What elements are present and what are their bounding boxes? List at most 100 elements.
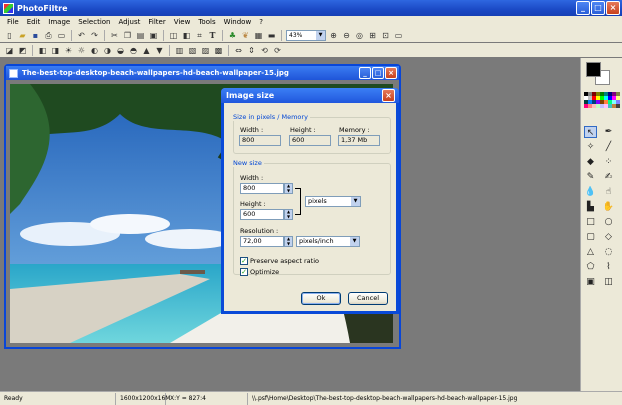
width-spinner[interactable]: ▲ ▼ [284, 183, 293, 194]
menu-window[interactable]: Window [220, 18, 256, 26]
close-button[interactable]: × [606, 1, 620, 15]
crop-icon[interactable]: ⌗ [194, 30, 205, 41]
sepia-icon[interactable]: ▧ [187, 45, 198, 56]
unit-select[interactable]: pixels ▼ [305, 196, 361, 207]
dialog-title-bar[interactable]: Image size [221, 88, 399, 103]
film-icon[interactable]: ▦ [253, 30, 264, 41]
paste-icon[interactable]: ▤ [135, 30, 146, 41]
rounded-rect-selection-icon[interactable]: ▢ [584, 231, 597, 243]
resolution-unit-select[interactable]: pixels/inch ▼ [296, 236, 360, 247]
dialog-close-button[interactable]: × [382, 89, 395, 102]
adjust-levels-icon[interactable]: ◩ [17, 45, 28, 56]
doc-minimize-button[interactable]: _ [359, 67, 371, 79]
magic-lasso-icon[interactable]: ⌇ [602, 261, 615, 273]
contrast-down-icon[interactable]: ◑ [102, 45, 113, 56]
menu-filter[interactable]: Filter [144, 18, 169, 26]
canvas-size-icon[interactable]: ◧ [181, 30, 192, 41]
auto-contrast-icon[interactable]: ◨ [50, 45, 61, 56]
triangle-selection-icon[interactable]: △ [584, 246, 597, 258]
stamp-tool-icon[interactable]: ▙ [584, 201, 597, 213]
flip-horizontal-icon[interactable]: ⇔ [233, 45, 244, 56]
document-title-bar[interactable]: The-best-top-desktop-beach-wallpapers-hd… [6, 66, 399, 80]
gamma-down-icon[interactable]: ▼ [154, 45, 165, 56]
diamond-selection-icon[interactable]: ◇ [602, 231, 615, 243]
paste-new-icon[interactable]: ▣ [148, 30, 159, 41]
new-height-input[interactable]: 600 [240, 209, 284, 220]
menu-view[interactable]: View [170, 18, 195, 26]
full-screen-icon[interactable]: ⊡ [380, 30, 391, 41]
gamma-up-icon[interactable]: ▲ [141, 45, 152, 56]
minimize-button[interactable]: _ [576, 1, 590, 15]
cut-icon[interactable]: ✂ [109, 30, 120, 41]
brush-tool-icon[interactable]: ✎ [584, 171, 597, 183]
image-size-icon[interactable]: ◫ [168, 30, 179, 41]
browser-icon[interactable]: ▬ [266, 30, 277, 41]
spray-tool-icon[interactable]: ⁘ [602, 156, 615, 168]
color-palette[interactable] [584, 92, 620, 108]
optimize-checkbox[interactable]: ✓ Optimize [240, 268, 279, 276]
undo-icon[interactable]: ↶ [76, 30, 87, 41]
selection-options-icon[interactable]: ◫ [602, 276, 615, 288]
pipette-tool-icon[interactable]: ✒ [602, 126, 615, 138]
brightness-up-icon[interactable]: ☀ [63, 45, 74, 56]
brightness-down-icon[interactable]: ☼ [76, 45, 87, 56]
saturation-down-icon[interactable]: ◓ [128, 45, 139, 56]
menu-help[interactable]: ? [255, 18, 267, 26]
zoom-out-icon[interactable]: ⊖ [341, 30, 352, 41]
rotate-left-icon[interactable]: ⟲ [259, 45, 270, 56]
redo-icon[interactable]: ↷ [89, 30, 100, 41]
zoom-select[interactable]: 43% ▼ [286, 29, 326, 41]
preserve-aspect-checkbox[interactable]: ✓ Preserve aspect ratio [240, 257, 319, 265]
sharpen-icon[interactable]: ▩ [213, 45, 224, 56]
menu-image[interactable]: Image [44, 18, 74, 26]
height-spinner[interactable]: ▲ ▼ [284, 209, 293, 220]
new-file-icon[interactable]: ▯ [4, 30, 15, 41]
blur-tool-icon[interactable]: 💧 [584, 186, 597, 198]
contrast-up-icon[interactable]: ◐ [89, 45, 100, 56]
saturation-up-icon[interactable]: ◒ [115, 45, 126, 56]
grayscale-icon[interactable]: ▥ [174, 45, 185, 56]
resolution-spinner[interactable]: ▲ ▼ [284, 236, 293, 247]
foreground-color-swatch[interactable] [586, 62, 601, 77]
menu-file[interactable]: File [3, 18, 23, 26]
print-icon[interactable]: ⎙ [43, 30, 54, 41]
menu-edit[interactable]: Edit [23, 18, 45, 26]
ok-button[interactable]: Ok [301, 292, 341, 305]
doc-maximize-button[interactable]: □ [372, 67, 384, 79]
text-icon[interactable]: T [207, 30, 218, 41]
plugin-icon[interactable]: ♣ [227, 30, 238, 41]
maximize-button[interactable]: □ [591, 1, 605, 15]
display-icon[interactable]: ▭ [393, 30, 404, 41]
open-file-icon[interactable]: ▰ [17, 30, 28, 41]
flip-vertical-icon[interactable]: ⇕ [246, 45, 257, 56]
transparent-color-icon[interactable]: ◪ [4, 45, 15, 56]
magic-wand-tool-icon[interactable]: ✧ [584, 141, 597, 153]
menu-adjust[interactable]: Adjust [114, 18, 144, 26]
rotate-right-icon[interactable]: ⟳ [272, 45, 283, 56]
scanner-icon[interactable]: ▭ [56, 30, 67, 41]
copy-icon[interactable]: ❐ [122, 30, 133, 41]
blur-icon[interactable]: ▨ [200, 45, 211, 56]
polygon-selection-icon[interactable]: ⬠ [584, 261, 597, 273]
selection-mode-icon[interactable]: ▣ [584, 276, 597, 288]
lasso-selection-icon[interactable]: ◌ [602, 246, 615, 258]
automate-icon[interactable]: ❦ [240, 30, 251, 41]
ellipse-selection-icon[interactable]: ○ [602, 216, 615, 228]
new-width-input[interactable]: 800 [240, 183, 284, 194]
hand-tool-icon[interactable]: ✋ [602, 201, 615, 213]
palette-swatch[interactable] [616, 104, 620, 108]
doc-close-button[interactable]: × [385, 67, 397, 79]
menu-tools[interactable]: Tools [194, 18, 219, 26]
zoom-in-icon[interactable]: ⊕ [328, 30, 339, 41]
save-icon[interactable]: ▪ [30, 30, 41, 41]
zoom-100-icon[interactable]: ◎ [354, 30, 365, 41]
fill-bucket-tool-icon[interactable]: ◆ [584, 156, 597, 168]
pointer-tool-icon[interactable]: ↖ [584, 126, 597, 138]
advanced-brush-tool-icon[interactable]: ✍ [602, 171, 615, 183]
resolution-input[interactable]: 72,00 [240, 236, 284, 247]
menu-selection[interactable]: Selection [74, 18, 114, 26]
cancel-button[interactable]: Cancel [348, 292, 388, 305]
smudge-tool-icon[interactable]: ☝ [602, 186, 615, 198]
auto-levels-icon[interactable]: ◧ [37, 45, 48, 56]
fit-window-icon[interactable]: ⊞ [367, 30, 378, 41]
